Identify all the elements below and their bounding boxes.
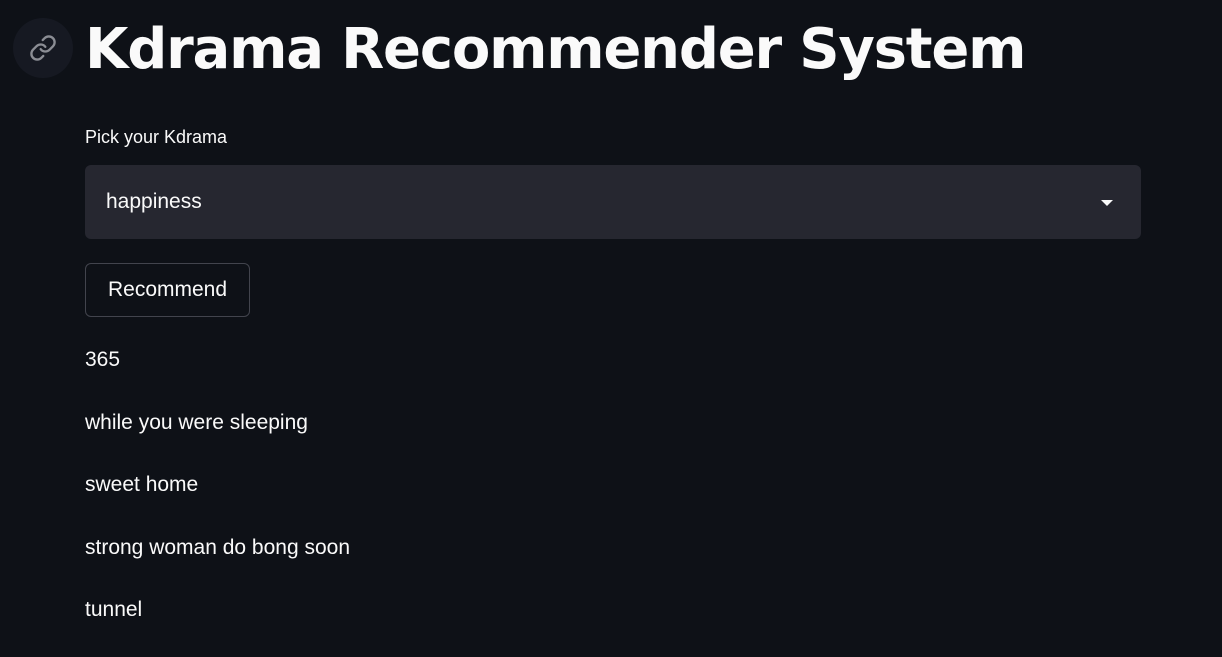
recommendation-item: while you were sleeping bbox=[85, 410, 308, 434]
page-title: Kdrama Recommender System bbox=[85, 17, 1026, 82]
recommendation-item: sweet home bbox=[85, 473, 199, 496]
kdrama-select-value: happiness bbox=[106, 190, 202, 213]
kdrama-select-label: Pick your Kdrama bbox=[85, 127, 228, 147]
recommendation-item: tunnel bbox=[85, 598, 143, 621]
recommendation-list: 365 while you were sleeping sweet home s… bbox=[85, 344, 350, 657]
caret-down-icon[interactable] bbox=[1101, 200, 1113, 206]
recommendation-item: 365 bbox=[85, 348, 121, 371]
recommend-button[interactable]: Recommend bbox=[85, 263, 250, 317]
recommendation-item: strong woman do bong soon bbox=[85, 535, 351, 559]
app-page: Kdrama Recommender System Pick your Kdra… bbox=[0, 0, 1222, 657]
kdrama-select[interactable]: happiness bbox=[85, 165, 1141, 239]
link-icon[interactable] bbox=[13, 18, 73, 78]
